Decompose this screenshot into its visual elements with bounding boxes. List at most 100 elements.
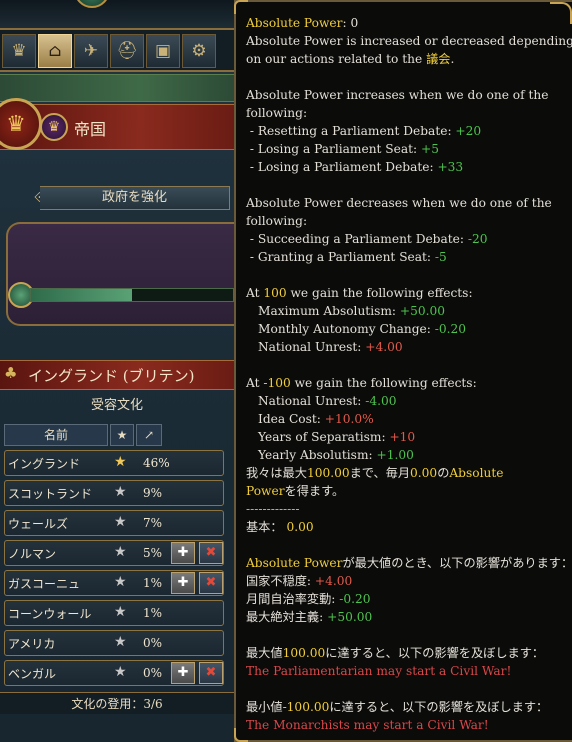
culture-percentage: 46% <box>143 456 170 470</box>
culture-percentage: 0% <box>143 666 163 680</box>
culture-name: ガスコーニュ <box>8 577 81 591</box>
demote-culture-button[interactable]: ✖ <box>199 572 223 594</box>
effect-line: National Unrest: -4.00 <box>246 392 568 410</box>
tooltip-intro: Absolute Power is increased or decreased… <box>246 34 572 48</box>
effect-label: 月間自治率変動: <box>246 592 340 606</box>
increase-header: Absolute Power increases when we do one … <box>246 88 549 102</box>
star-icon: ★ <box>114 574 127 590</box>
effect-label: - Resetting a Parliament Debate: <box>246 124 456 138</box>
helmet-icon[interactable]: ⛑ <box>110 34 144 68</box>
parliament-icon[interactable]: ⌂ <box>38 34 72 68</box>
culture-row[interactable]: ウェールズ ★ 7% <box>4 510 224 536</box>
star-icon: ★ <box>114 484 127 500</box>
effect-line: - Losing a Parliament Debate: +33 <box>246 158 568 176</box>
promote-culture-button[interactable]: ✚ <box>171 542 195 564</box>
effect-line: 月間自治率変動: -0.20 <box>246 590 568 608</box>
promoted-cultures-count: 文化の登用：3/6 <box>0 692 234 714</box>
effect-value: -4.00 <box>365 394 397 408</box>
base-value-line: 基本： 0.00 <box>246 520 314 534</box>
absolutism-panel <box>6 222 234 326</box>
crate-icon[interactable]: ▣ <box>146 34 180 68</box>
culture-row[interactable]: イングランド ★ 46% <box>4 450 224 476</box>
culture-percentage: 0% <box>143 636 163 650</box>
culture-row[interactable]: コーンウォール ★ 1% <box>4 600 224 626</box>
culture-row[interactable]: ガスコーニュ ★ 1% ✚ ✖ <box>4 570 224 596</box>
dove-icon[interactable]: ✈ <box>74 34 108 68</box>
culture-rows: イングランド ★ 46% スコットランド ★ 9% ウェールズ ★ 7% ノルマン ★ 5% ✚ ✖ ガスコ… <box>4 450 228 686</box>
tooltip-title: Absolute Power: 0 <box>246 16 359 30</box>
effect-label: - Losing a Parliament Debate: <box>246 160 438 174</box>
effect-value: +50.00 <box>327 610 373 624</box>
culture-table-header: 名前 ★ ↗ <box>4 424 228 446</box>
culture-name: ウェールズ <box>8 517 69 531</box>
effect-line: - Resetting a Parliament Debate: +20 <box>246 122 568 140</box>
effect-line: Maximum Absolutism: +50.00 <box>246 302 568 320</box>
star-icon: ★ <box>114 634 127 650</box>
primary-culture-name: イングランド (ブリテン) <box>28 367 195 385</box>
star-icon: ★ <box>114 544 127 560</box>
effect-label: 最大絶対主義: <box>246 610 328 624</box>
effect-value: -0.20 <box>339 592 371 606</box>
tooltip-intro: on our actions related to the 議会. <box>246 52 455 66</box>
frame-corner <box>234 728 248 742</box>
government-panel: ♛ ⌂ ✈ ⛑ ▣ ⚙ ♛ ♛ 帝国 ⟐ 政府を強化 ♣ イングランド (ブリテ… <box>0 0 234 742</box>
promote-culture-button[interactable]: ✚ <box>171 662 195 684</box>
effect-value: +50.00 <box>399 304 445 318</box>
star-icon[interactable]: ★ <box>110 424 134 446</box>
reach-min-effect: The Monarchists may start a Civil War! <box>246 718 489 732</box>
culture-name: ノルマン <box>8 547 57 561</box>
effect-label: - Granting a Parliament Seat: <box>246 250 435 264</box>
reach-min-line: 最小値-100.00に達すると、以下の影響を及ぼします： <box>246 700 549 714</box>
monthly-gain-line: Powerを得ます。 <box>246 484 345 498</box>
government-rank-band <box>0 74 234 102</box>
culture-row[interactable]: ノルマン ★ 5% ✚ ✖ <box>4 540 224 566</box>
at-minus-100-header: At -100 we gain the following effects: <box>246 376 477 390</box>
effect-value: +20 <box>455 124 482 138</box>
demote-culture-button[interactable]: ✖ <box>199 662 223 684</box>
culture-name: イングランド <box>8 457 81 471</box>
culture-row[interactable]: アメリカ ★ 0% <box>4 630 224 656</box>
effect-line: National Unrest: +4.00 <box>246 338 568 356</box>
panel-tabs: ♛ ⌂ ✈ ⛑ ▣ ⚙ <box>0 30 234 72</box>
effect-value: +10 <box>389 430 416 444</box>
effect-value: +1.00 <box>376 448 414 462</box>
reach-max-effect: The Parliamentarian may start a Civil Wa… <box>246 664 512 678</box>
decrease-header: following: <box>246 214 308 228</box>
max-effects-header: Absolute Powerが最大値のとき、以下の影響があります： <box>246 556 572 570</box>
culture-percentage: 1% <box>143 606 163 620</box>
culture-name: アメリカ <box>8 637 56 651</box>
absolute-power-bar[interactable] <box>30 288 234 302</box>
chart-icon[interactable]: ↗ <box>136 424 162 446</box>
effect-line: - Succeeding a Parliament Debate: -20 <box>246 230 568 248</box>
demote-culture-button[interactable]: ✖ <box>199 542 223 564</box>
effect-line: - Losing a Parliament Seat: +5 <box>246 140 568 158</box>
effect-line: Yearly Absolutism: +1.00 <box>246 446 568 464</box>
culture-table: 名前 ★ ↗ イングランド ★ 46% スコットランド ★ 9% ウェールズ ★ 7% ノルマン ★… <box>4 424 228 690</box>
column-name[interactable]: 名前 <box>4 424 108 446</box>
effect-line: - Granting a Parliament Seat: -5 <box>246 248 568 266</box>
crown-icon[interactable]: ♛ <box>2 34 36 68</box>
effect-line: Monthly Autonomy Change: -0.20 <box>246 320 568 338</box>
effect-value: +33 <box>437 160 464 174</box>
effect-label: Years of Separatism: <box>258 430 390 444</box>
culture-row[interactable]: スコットランド ★ 9% <box>4 480 224 506</box>
effect-label: National Unrest: <box>258 340 366 354</box>
effect-label: Monthly Autonomy Change: <box>258 322 435 336</box>
star-icon: ★ <box>114 454 127 470</box>
strengthen-government-button[interactable]: 政府を強化 <box>40 186 230 210</box>
absolute-power-tooltip: Absolute Power: 0 Absolute Power is incr… <box>234 0 572 742</box>
at-minus-100-effects: National Unrest: -4.00 Idea Cost: +10.0% Y… <box>246 392 568 464</box>
culture-row[interactable]: ベンガル ★ 0% ✚ ✖ <box>4 660 224 686</box>
culture-percentage: 1% <box>143 576 163 590</box>
effect-line: Years of Separatism: +10 <box>246 428 568 446</box>
effect-label: - Losing a Parliament Seat: <box>246 142 422 156</box>
increase-list: - Resetting a Parliament Debate: +20 - L… <box>246 122 568 176</box>
reach-max-line: 最大値100.00に達すると、以下の影響を及ぼします： <box>246 646 545 660</box>
effect-label: Idea Cost: <box>258 412 325 426</box>
government-rank-label: 帝国 <box>74 120 107 139</box>
gears-icon[interactable]: ⚙ <box>182 34 216 68</box>
promote-culture-button[interactable]: ✚ <box>171 572 195 594</box>
frame-corner <box>234 0 248 14</box>
decrease-list: - Succeeding a Parliament Debate: -20 - … <box>246 230 568 266</box>
effect-value: +10.0% <box>324 412 374 426</box>
